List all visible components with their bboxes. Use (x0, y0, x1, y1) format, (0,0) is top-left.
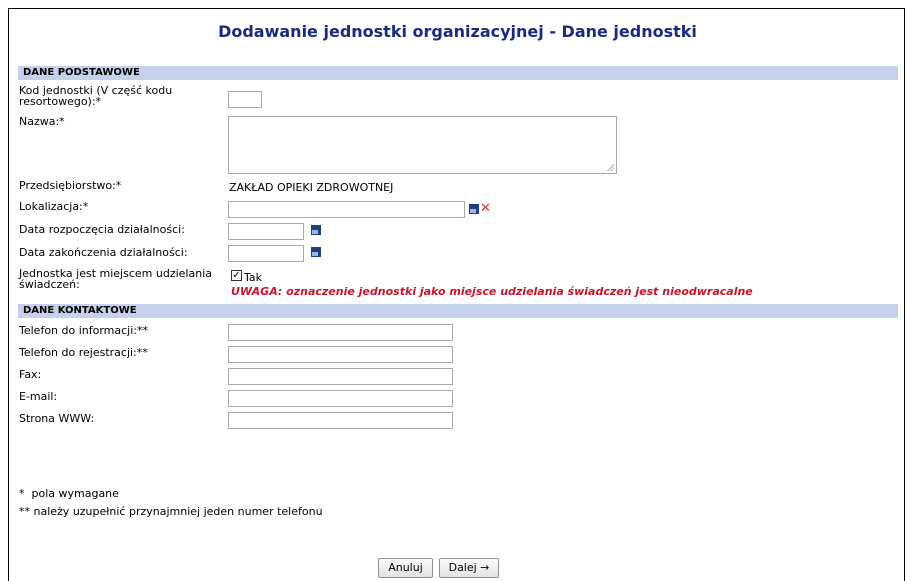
data-rozpoczecia-input[interactable] (228, 223, 304, 240)
data-rozpoczecia-label: Data rozpoczęcia działalności: (19, 223, 185, 236)
clear-icon[interactable]: ✕ (480, 202, 491, 215)
nazwa-label: Nazwa:* (19, 115, 65, 128)
resize-handle-icon[interactable] (607, 164, 614, 171)
note-required: * pola wymagane (19, 487, 119, 500)
miejsce-checkbox[interactable]: ✓ (231, 270, 242, 281)
kod-input[interactable] (228, 91, 262, 108)
miejsce-option-label: Tak (244, 271, 263, 284)
note-phone: ** należy uzupełnić przynajmniej jeden n… (19, 505, 323, 518)
tel-info-input[interactable] (228, 324, 453, 341)
data-zakonczenia-label: Data zakończenia działalności: (19, 246, 188, 259)
lokalizacja-label: Lokalizacja:* (19, 200, 89, 213)
email-input[interactable] (228, 390, 453, 407)
warning-text: UWAGA: oznaczenie jednostki jako miejsce… (231, 285, 753, 298)
next-button[interactable]: Dalej → (439, 558, 499, 578)
form-frame: Dodawanie jednostki organizacyjnej - Dan… (8, 8, 905, 581)
przedsiebiorstwo-value: ZAKŁAD OPIEKI ZDROWOTNEJ (229, 181, 394, 194)
calendar-icon[interactable] (311, 247, 321, 257)
tel-rej-input[interactable] (228, 346, 453, 363)
fax-label: Fax: (19, 368, 42, 381)
lokalizacja-input[interactable] (228, 201, 465, 218)
fax-input[interactable] (228, 368, 453, 385)
www-input[interactable] (228, 412, 453, 429)
data-zakonczenia-input[interactable] (228, 245, 304, 262)
calendar-icon[interactable] (311, 225, 321, 235)
nazwa-textarea[interactable] (228, 116, 617, 174)
kod-label: Kod jednostki (V część kodu resortowego)… (19, 84, 173, 108)
section-contact-header: DANE KONTAKTOWE (18, 304, 898, 318)
page-title: Dodawanie jednostki organizacyjnej - Dan… (218, 22, 697, 41)
tel-rej-label: Telefon do rejestracji:** (19, 346, 148, 359)
lookup-icon[interactable] (469, 204, 479, 214)
email-label: E-mail: (19, 390, 58, 403)
cancel-button[interactable]: Anuluj (378, 558, 433, 578)
miejsce-label: Jednostka jest miejscem udzielania świad… (19, 267, 212, 291)
section-basic-header: DANE PODSTAWOWE (18, 66, 898, 80)
tel-info-label: Telefon do informacji:** (19, 324, 149, 337)
przedsiebiorstwo-label: Przedsiębiorstwo:* (19, 179, 122, 192)
www-label: Strona WWW: (19, 412, 95, 425)
